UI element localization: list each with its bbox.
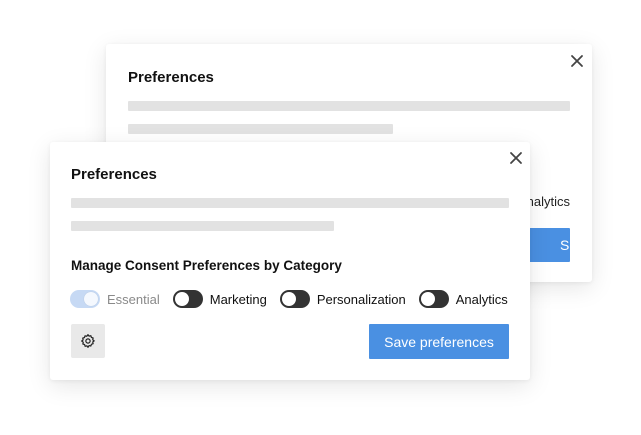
toggle-knob (420, 292, 435, 306)
toggle-knob (281, 292, 296, 306)
toggle-analytics[interactable]: Analytics (418, 290, 508, 308)
toggle-personalization[interactable]: Personalization (279, 290, 406, 308)
toggle-knob (84, 292, 98, 306)
toggle-label: Marketing (209, 291, 267, 307)
toggle-switch[interactable] (418, 290, 449, 308)
settings-button[interactable] (71, 324, 105, 358)
preferences-dialog: Preferences Manage Consent Preferences b… (50, 142, 530, 380)
section-title: Manage Consent Preferences by Category (71, 258, 342, 273)
placeholder-text-line (71, 198, 509, 208)
dialog-title: Preferences (71, 166, 157, 183)
close-button[interactable] (569, 53, 585, 69)
placeholder-text-line (71, 221, 334, 231)
toggle-switch (70, 290, 100, 308)
dialog-title: Preferences (128, 69, 214, 86)
toggle-switch[interactable] (279, 290, 310, 308)
category-toggles: Essential Marketing Personalization Anal… (70, 289, 521, 309)
close-icon (571, 55, 583, 67)
close-button[interactable] (508, 150, 524, 166)
toggle-label: Essential (107, 291, 160, 307)
gear-icon (81, 334, 95, 348)
toggle-label: Personalization (316, 291, 406, 307)
toggle-label: Analytics (455, 291, 508, 307)
close-icon (510, 152, 522, 164)
toggle-marketing[interactable]: Marketing (172, 290, 267, 308)
toggle-switch[interactable] (172, 290, 203, 308)
placeholder-text-line (128, 124, 393, 134)
placeholder-text-line (128, 101, 570, 111)
save-preferences-button[interactable]: Save preferences (369, 324, 509, 359)
toggle-essential: Essential (70, 290, 160, 308)
toggle-knob (174, 292, 189, 306)
